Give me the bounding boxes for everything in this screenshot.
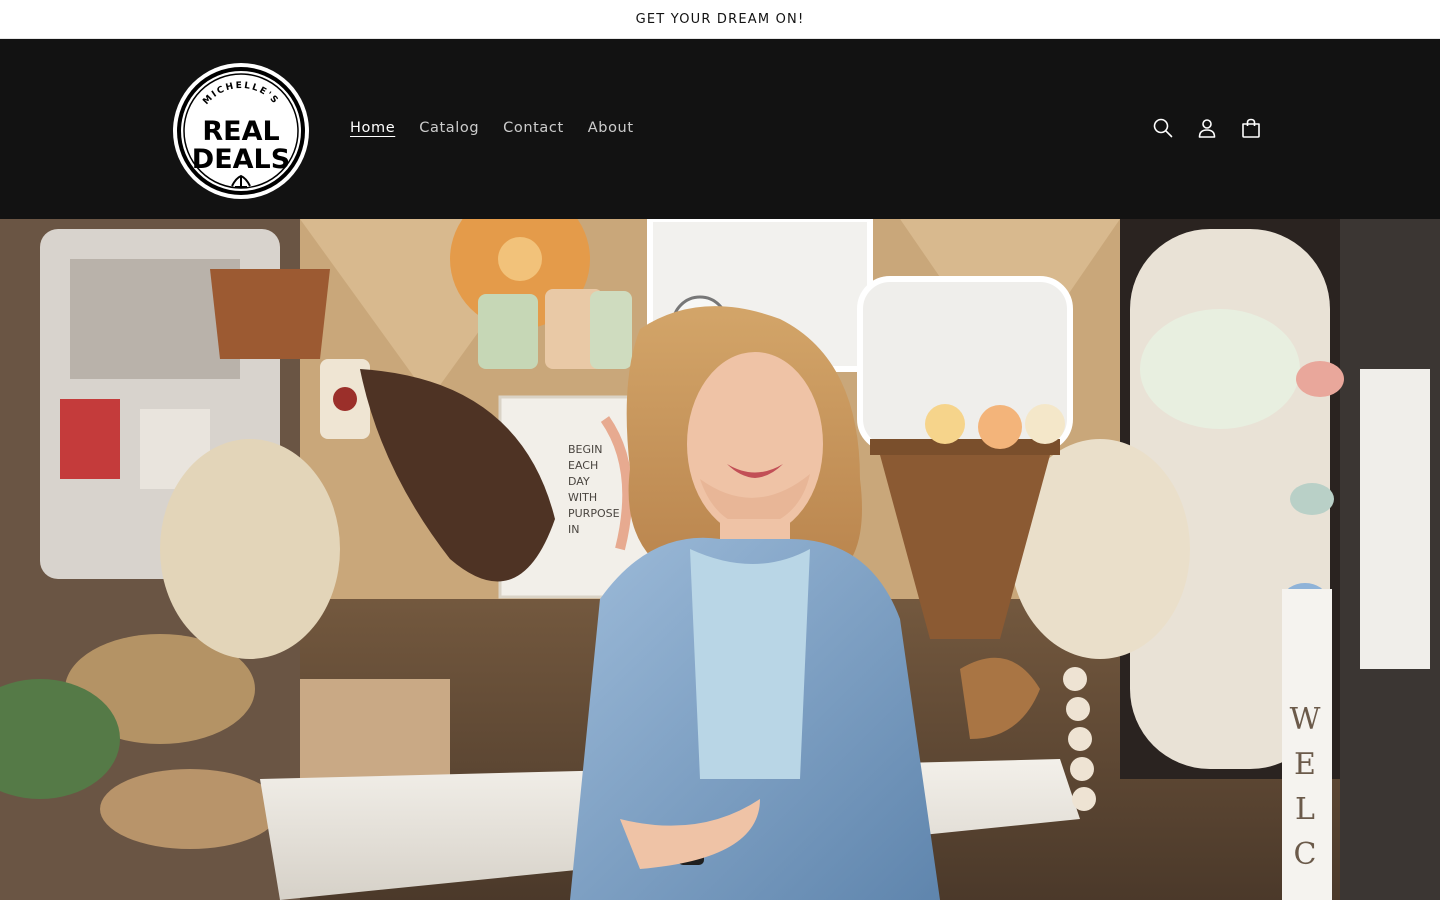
welcome-letter-4: C bbox=[1294, 837, 1317, 872]
logo-line2: DEALS bbox=[192, 144, 290, 175]
nav-item-contact[interactable]: Contact bbox=[491, 117, 576, 139]
sign-line-6: IN bbox=[568, 523, 579, 536]
account-icon bbox=[1198, 119, 1216, 138]
nav-item-home[interactable]: Home bbox=[338, 117, 407, 139]
cart-button[interactable] bbox=[1229, 111, 1273, 145]
welcome-letter-1: W bbox=[1290, 702, 1321, 737]
hero-image: BEGIN EACH DAY WITH PURPOSE IN W E L C bbox=[0, 219, 1440, 900]
nav-item-about[interactable]: About bbox=[576, 117, 646, 139]
main-nav: Home Catalog Contact About bbox=[338, 117, 646, 139]
welcome-letter-3: L bbox=[1295, 792, 1315, 827]
search-button[interactable] bbox=[1141, 111, 1185, 145]
announcement-bar: GET YOUR DREAM ON! bbox=[0, 0, 1440, 39]
sign-line-3: DAY bbox=[568, 475, 590, 488]
site-header: MICHELLE'S REAL DEALS Home Catalog Conta… bbox=[0, 39, 1440, 219]
search-icon bbox=[1153, 118, 1173, 138]
sign-line-4: WITH bbox=[568, 491, 597, 504]
sign-line-2: EACH bbox=[568, 459, 598, 472]
nav-item-catalog[interactable]: Catalog bbox=[407, 117, 491, 139]
header-icons bbox=[1141, 111, 1273, 145]
announcement-text: GET YOUR DREAM ON! bbox=[635, 11, 805, 27]
account-button[interactable] bbox=[1185, 111, 1229, 145]
store-logo[interactable]: MICHELLE'S REAL DEALS bbox=[172, 62, 310, 200]
welcome-letter-2: E bbox=[1294, 747, 1316, 782]
sign-line-5: PURPOSE bbox=[568, 507, 620, 520]
cart-icon bbox=[1242, 118, 1260, 138]
hero-banner: BEGIN EACH DAY WITH PURPOSE IN W E L C bbox=[0, 219, 1440, 900]
logo-badge: MICHELLE'S REAL DEALS bbox=[173, 63, 309, 199]
logo-line1: REAL bbox=[202, 116, 279, 147]
sign-line-1: BEGIN bbox=[568, 443, 603, 456]
